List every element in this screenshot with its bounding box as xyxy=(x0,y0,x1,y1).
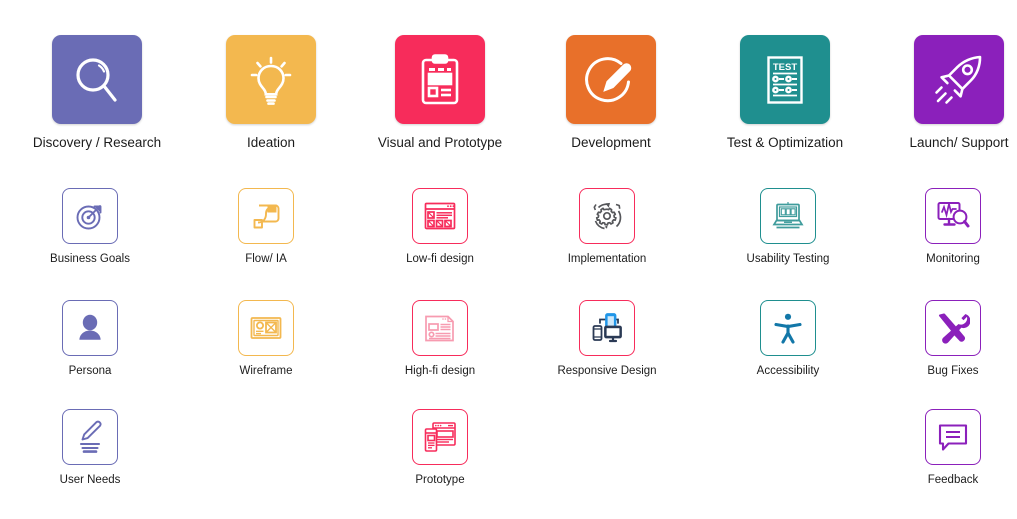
sub-tile-discovery-0[interactable] xyxy=(62,188,118,244)
sub-tile-ideation-0[interactable] xyxy=(238,188,294,244)
user-avatar-icon xyxy=(73,311,107,345)
phase-tile-discovery[interactable] xyxy=(52,35,142,124)
lowfi-layout-icon xyxy=(423,199,457,233)
phase-label-ideation: Ideation xyxy=(246,135,296,150)
phase-label-launch: Launch/ Support xyxy=(909,135,1009,150)
speech-bubble-icon xyxy=(936,420,970,454)
sub-tile-development-1[interactable] xyxy=(579,300,635,356)
process-diagram-board: Discovery / Research Business Goals Pers… xyxy=(0,0,1017,519)
sub-card-visual-0[interactable]: Low-fi design xyxy=(345,188,535,266)
sub-tile-visual-1[interactable] xyxy=(412,300,468,356)
sub-card-discovery-2[interactable]: User Needs xyxy=(0,409,185,487)
wireframe-icon xyxy=(249,311,283,345)
prototype-screens-icon xyxy=(423,420,457,454)
lightbulb-icon xyxy=(243,52,299,108)
magnifier-icon xyxy=(69,52,125,108)
sub-card-ideation-1[interactable]: Wireframe xyxy=(171,300,361,378)
flow-diagram-icon xyxy=(249,199,283,233)
gear-cycle-icon xyxy=(590,199,624,233)
phase-tile-launch[interactable] xyxy=(914,35,1004,124)
sub-tile-visual-2[interactable] xyxy=(412,409,468,465)
phase-card-development[interactable]: Development xyxy=(521,35,701,151)
sub-card-ideation-0[interactable]: Flow/ IA xyxy=(171,188,361,266)
sub-card-development-1[interactable]: Responsive Design xyxy=(512,300,702,378)
phase-card-ideation[interactable]: Ideation xyxy=(181,35,361,151)
sub-card-discovery-0[interactable]: Business Goals xyxy=(0,188,185,266)
phase-label-testing: Test & Optimization xyxy=(726,135,844,150)
sub-label-ideation-1: Wireframe xyxy=(239,365,293,377)
sub-label-development-0: Implementation xyxy=(567,253,647,265)
sub-label-launch-1: Bug Fixes xyxy=(927,365,979,377)
sub-label-ideation-0: Flow/ IA xyxy=(245,253,287,265)
laptop-icon xyxy=(771,199,805,233)
sub-tile-discovery-2[interactable] xyxy=(62,409,118,465)
sub-card-launch-2[interactable]: Feedback xyxy=(858,409,1017,487)
responsive-devices-icon xyxy=(590,311,624,345)
phase-label-visual: Visual and Prototype xyxy=(377,135,503,150)
sub-card-testing-0[interactable]: Usability Testing xyxy=(693,188,883,266)
sub-label-visual-0: Low-fi design xyxy=(406,253,474,265)
phase-tile-testing[interactable]: TEST xyxy=(740,35,830,124)
sub-tile-testing-0[interactable] xyxy=(760,188,816,244)
sub-tile-discovery-1[interactable] xyxy=(62,300,118,356)
phase-label-development: Development xyxy=(571,135,651,150)
phase-tile-visual[interactable] xyxy=(395,35,485,124)
sub-card-launch-0[interactable]: Monitoring xyxy=(858,188,1017,266)
phase-card-visual[interactable]: Visual and Prototype xyxy=(350,35,530,151)
sub-label-development-1: Responsive Design xyxy=(557,365,657,377)
test-sheet-icon: TEST xyxy=(757,52,813,108)
sub-card-visual-2[interactable]: Prototype xyxy=(345,409,535,487)
sub-card-development-0[interactable]: Implementation xyxy=(512,188,702,266)
sub-label-testing-1: Accessibility xyxy=(756,365,820,377)
accessibility-person-icon xyxy=(771,311,805,345)
sub-label-launch-2: Feedback xyxy=(927,474,979,486)
monitor-search-icon xyxy=(936,199,970,233)
sub-tile-visual-0[interactable] xyxy=(412,188,468,244)
sub-tile-launch-2[interactable] xyxy=(925,409,981,465)
svg-text:TEST: TEST xyxy=(773,62,797,73)
sub-label-launch-0: Monitoring xyxy=(926,253,980,265)
clipboard-icon xyxy=(412,52,468,108)
sub-label-testing-0: Usability Testing xyxy=(746,253,830,265)
sub-tile-launch-0[interactable] xyxy=(925,188,981,244)
sub-card-testing-1[interactable]: Accessibility xyxy=(693,300,883,378)
phase-label-discovery: Discovery / Research xyxy=(32,135,162,150)
phase-card-discovery[interactable]: Discovery / Research xyxy=(7,35,187,151)
sub-label-visual-1: High-fi design xyxy=(404,365,476,377)
sub-card-discovery-1[interactable]: Persona xyxy=(0,300,185,378)
sub-card-visual-1[interactable]: High-fi design xyxy=(345,300,535,378)
rocket-icon xyxy=(931,52,987,108)
phase-tile-development[interactable] xyxy=(566,35,656,124)
wrench-screwdriver-icon xyxy=(936,311,970,345)
pencil-circle-icon xyxy=(583,52,639,108)
pencil-notes-icon xyxy=(73,420,107,454)
sub-label-discovery-0: Business Goals xyxy=(50,253,130,265)
highfi-layout-icon xyxy=(423,311,457,345)
sub-label-discovery-1: Persona xyxy=(68,365,112,377)
phase-tile-ideation[interactable] xyxy=(226,35,316,124)
sub-tile-development-0[interactable] xyxy=(579,188,635,244)
sub-label-discovery-2: User Needs xyxy=(59,474,121,486)
sub-label-visual-2: Prototype xyxy=(415,474,465,486)
sub-tile-testing-1[interactable] xyxy=(760,300,816,356)
sub-tile-launch-1[interactable] xyxy=(925,300,981,356)
phase-card-testing[interactable]: TEST Test & Optimization xyxy=(695,35,875,151)
sub-tile-ideation-1[interactable] xyxy=(238,300,294,356)
target-arrow-icon xyxy=(73,199,107,233)
sub-card-launch-1[interactable]: Bug Fixes xyxy=(858,300,1017,378)
phase-card-launch[interactable]: Launch/ Support xyxy=(869,35,1017,151)
